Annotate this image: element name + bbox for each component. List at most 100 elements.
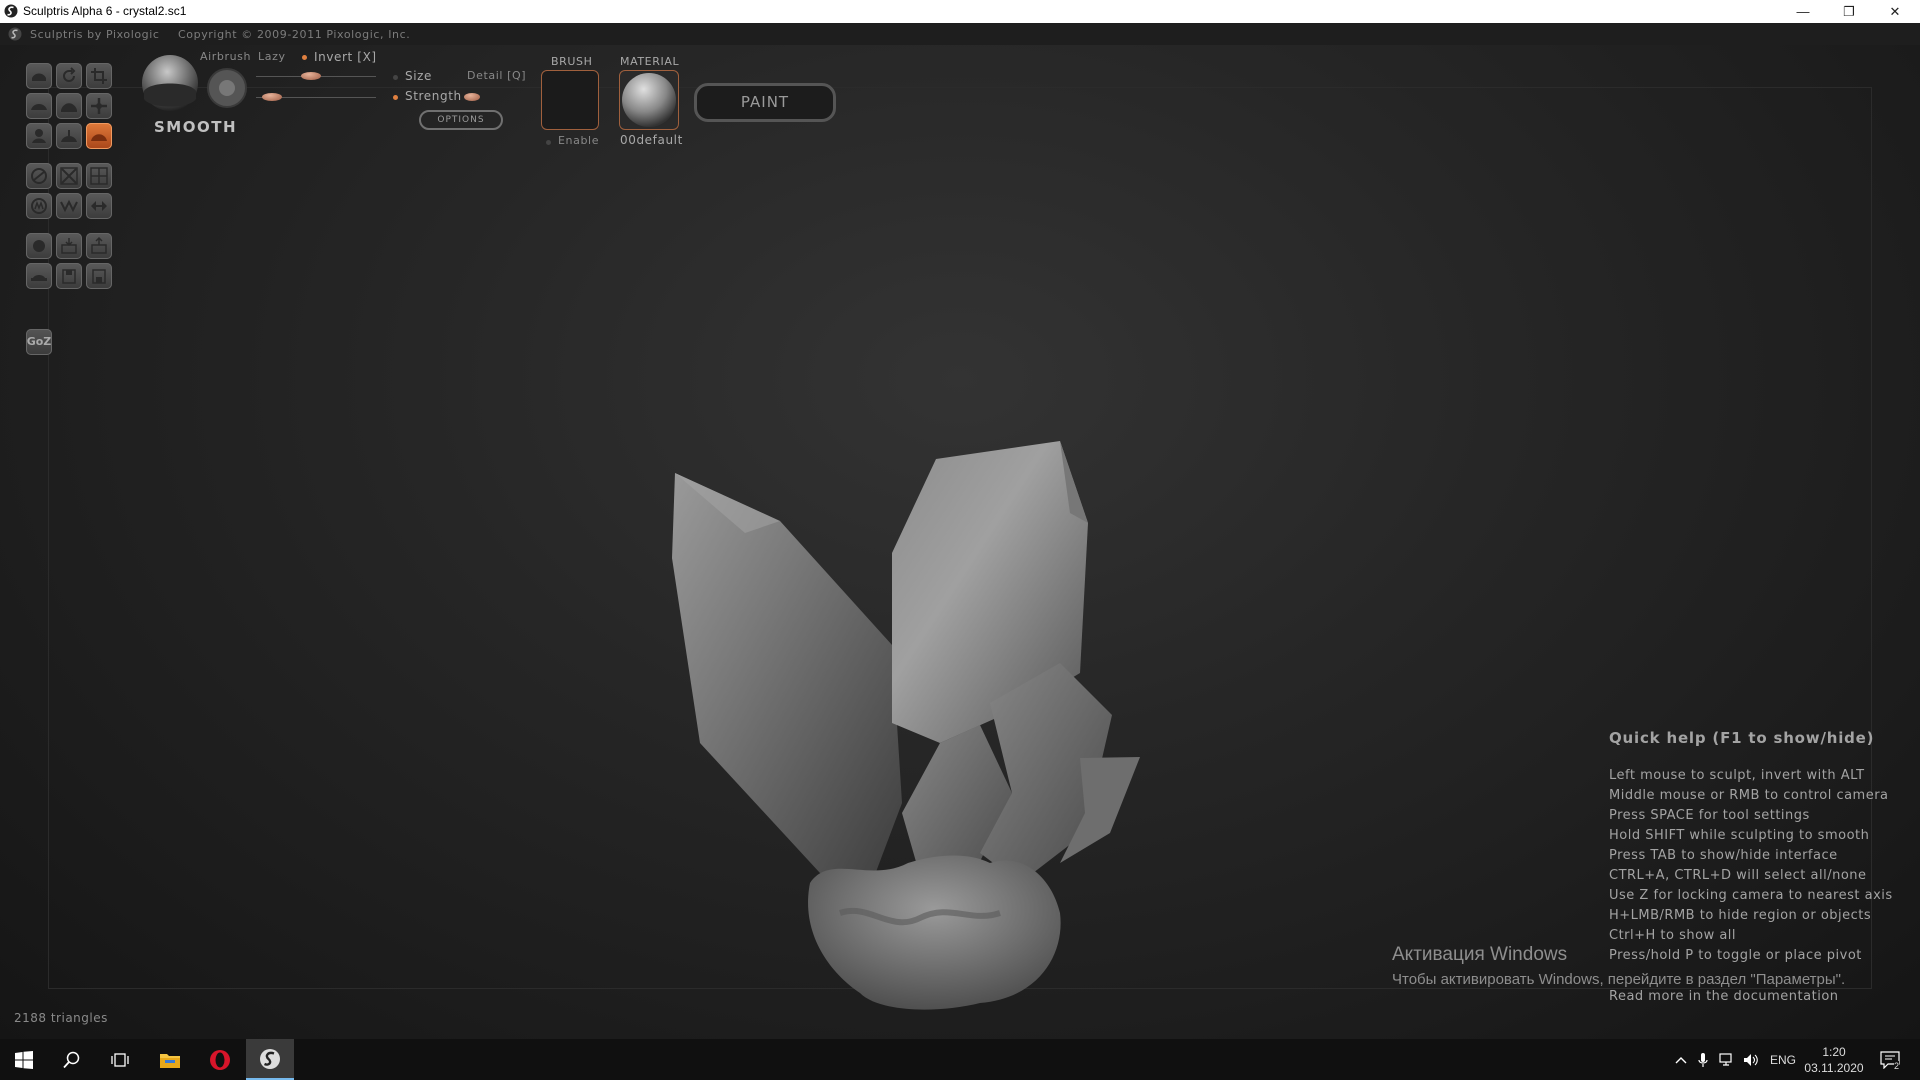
speaker-icon [1744,1053,1758,1066]
lazy-label[interactable]: Lazy [258,50,286,63]
quick-help-line: Hold SHIFT while sculpting to smooth [1609,828,1870,843]
clock-time: 1:20 [1822,1044,1846,1059]
export-obj-tool-button[interactable] [86,233,112,259]
sculptris-taskbar-button[interactable] [246,1039,294,1080]
quick-help-line: CTRL+A, CTRL+D will select all/none [1609,868,1867,883]
symmetry-icon [31,198,47,214]
material-sphere-icon [622,73,676,127]
grab-move-icon [91,98,107,114]
strength-label[interactable]: Strength [405,89,462,103]
flatten-icon [61,103,77,112]
quick-help-line: Middle mouse or RMB to control camera [1609,788,1889,803]
sculptris-icon [260,1048,280,1069]
opera-icon [210,1049,230,1070]
sculptris-workspace[interactable]: Sculptris by Pixologic Copyright © 2009-… [0,23,1920,1039]
brush-label: BRUSH [551,55,593,68]
windows-taskbar: ENG 1:20 03.11.2020 2 [0,1039,1920,1080]
file-explorer-taskbar-button[interactable] [146,1039,194,1080]
sculptris-logo-icon [8,27,22,41]
search-button[interactable] [48,1039,96,1080]
subdivide-tool-button[interactable] [86,163,112,189]
brand-label: Sculptris by Pixologic [30,28,160,41]
enable-checkbox[interactable]: Enable [558,134,599,147]
action-center-button[interactable]: 2 [1870,1039,1910,1080]
mirror-arrows-icon [91,201,107,211]
strength-slider-knob[interactable] [262,93,282,101]
plane-tool-button[interactable] [26,263,52,289]
airbrush-label[interactable]: Airbrush [200,50,251,63]
crease-tool-button[interactable] [56,123,82,149]
task-view-button[interactable] [96,1039,144,1080]
close-button[interactable]: ✕ [1872,0,1918,23]
smooth-icon [91,134,107,141]
size-label[interactable]: Size [405,69,432,83]
options-button[interactable]: OPTIONS [419,110,503,130]
reduce-selection-tool-button[interactable] [56,163,82,189]
network-tray-icon[interactable] [1716,1039,1738,1080]
grab-tool-button[interactable] [86,93,112,119]
quick-help-line: Ctrl+H to show all [1609,928,1737,943]
strength-indicator [393,95,398,100]
flatten-tool-button[interactable] [56,93,82,119]
brush-texture-slot[interactable] [541,70,599,130]
crop-icon [91,68,107,84]
goz-button[interactable]: GoZ [26,329,52,355]
notification-count: 2 [1894,1061,1900,1071]
open-file-icon [62,269,76,284]
detail-label[interactable]: Detail [Q] [467,69,526,82]
plane-icon [31,275,47,281]
rotate-tool-button[interactable] [56,63,82,89]
symmetry-tool-button[interactable] [26,193,52,219]
show-hidden-icons-button[interactable] [1670,1039,1692,1080]
microphone-tray-icon[interactable] [1692,1039,1714,1080]
invert-toggle[interactable]: Invert [X] [314,50,377,64]
quick-help-title: Quick help (F1 to show/hide) [1609,729,1875,747]
pinch-icon [32,129,46,143]
reduce-brush-tool-button[interactable] [26,163,52,189]
mirror-tool-button[interactable] [86,193,112,219]
export-obj-icon [91,236,107,254]
save-tool-button[interactable] [86,263,112,289]
chevron-up-icon [1675,1056,1687,1063]
rotate-icon [63,67,76,82]
sphere-tool-button[interactable] [26,233,52,259]
invert-indicator [302,55,307,60]
size-slider-knob[interactable] [301,72,321,80]
start-button[interactable] [0,1039,48,1080]
microphone-icon [1698,1052,1708,1067]
restore-button[interactable]: ❐ [1826,0,1872,23]
quick-help-line: Left mouse to sculpt, invert with ALT [1609,768,1865,783]
wireframe-tool-button[interactable] [56,193,82,219]
search-icon [63,1051,80,1068]
enable-indicator [546,140,551,145]
draw-tool-button[interactable] [26,63,52,89]
inflate-icon [31,104,47,110]
material-slot[interactable] [619,70,679,130]
clock[interactable]: 1:20 03.11.2020 [1800,1039,1868,1080]
strength-value-knob[interactable] [464,93,480,101]
reduce-brush-icon [31,168,47,184]
import-obj-tool-button[interactable] [56,233,82,259]
wireframe-icon [60,199,78,213]
triangle-count: 2188 triangles [14,1011,108,1025]
crystal-mesh-model[interactable] [640,413,1160,1013]
windows-logo-icon [15,1050,33,1069]
smooth-tool-button[interactable] [86,123,112,149]
inflate-tool-button[interactable] [26,93,52,119]
sphere-icon [33,240,45,252]
volume-tray-icon[interactable] [1740,1039,1762,1080]
crop-tool-button[interactable] [86,63,112,89]
material-label: MATERIAL [620,55,680,68]
clock-date: 03.11.2020 [1804,1060,1864,1075]
opera-taskbar-button[interactable] [196,1039,244,1080]
open-tool-button[interactable] [56,263,82,289]
airbrush-toggle-icon[interactable] [206,67,248,109]
paint-mode-button[interactable]: PAINT [694,83,836,122]
language-indicator[interactable]: ENG [1766,1039,1800,1080]
quick-help-line: H+LMB/RMB to hide region or objects [1609,908,1872,923]
quick-help-line: Press TAB to show/hide interface [1609,848,1838,863]
documentation-link[interactable]: Read more in the documentation [1609,989,1839,1004]
minimize-button[interactable]: — [1780,0,1826,23]
quick-help-line: Press/hold P to toggle or place pivot [1609,948,1862,963]
pinch-tool-button[interactable] [26,123,52,149]
